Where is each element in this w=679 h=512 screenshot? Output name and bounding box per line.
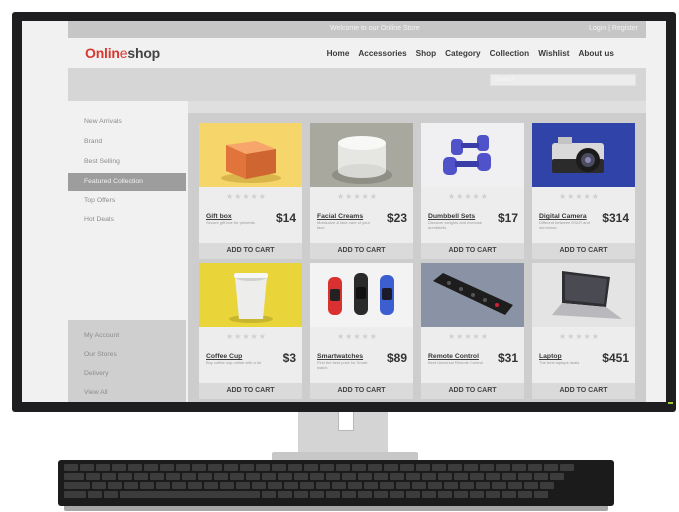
product-card[interactable]: ★★★★★ Gift box Secure gift box for prese… bbox=[199, 123, 302, 259]
product-price: $89 bbox=[386, 351, 407, 365]
nav-wishlist[interactable]: Wishlist bbox=[538, 49, 569, 58]
product-price: $314 bbox=[602, 211, 629, 225]
nav-about-us[interactable]: About us bbox=[579, 49, 614, 58]
product-description: Moisturize & take care of your face bbox=[317, 220, 370, 230]
search-bar: Search bbox=[68, 68, 646, 101]
power-led bbox=[668, 402, 673, 404]
sidebar-bottom-panel: My Account Our Stores Delivery View All bbox=[68, 320, 186, 402]
product-grid: ★★★★★ Gift box Secure gift box for prese… bbox=[188, 113, 646, 402]
product-name[interactable]: Facial Creams bbox=[317, 213, 363, 220]
nav-shop[interactable]: Shop bbox=[416, 49, 436, 58]
add-to-cart-button[interactable]: ADD TO CART bbox=[310, 383, 413, 399]
sidebar-item-our-stores[interactable]: Our Stores bbox=[68, 346, 186, 364]
sidebar-item-my-account[interactable]: My Account bbox=[68, 327, 186, 345]
sidebar-item-best-selling[interactable]: Best Selling bbox=[68, 153, 186, 171]
grid-header-strip bbox=[188, 101, 646, 113]
laptop-icon bbox=[532, 263, 635, 327]
product-card[interactable]: ★★★★★ Facial Creams Moisturize & take ca… bbox=[310, 123, 413, 259]
sidebar-item-brand[interactable]: Brand bbox=[68, 133, 186, 151]
product-description: Best Universal Remote Control bbox=[428, 360, 483, 365]
add-to-cart-button[interactable]: ADD TO CART bbox=[421, 383, 524, 399]
cream-jar-icon bbox=[310, 123, 413, 187]
key-row bbox=[64, 464, 574, 471]
sidebar-item-featured-collection[interactable]: Featured Collection bbox=[68, 173, 186, 191]
sidebar-item-new-arrivals[interactable]: New Arrivals bbox=[68, 113, 186, 131]
top-bar: Welcome to our Online Store Login | Regi… bbox=[68, 21, 646, 38]
remote-control-icon bbox=[421, 263, 524, 327]
nav-home[interactable]: Home bbox=[327, 49, 350, 58]
product-price: $17 bbox=[497, 211, 518, 225]
product-description: Buy coffee cup online with a lid bbox=[206, 360, 261, 365]
rating-stars: ★★★★★ bbox=[448, 332, 489, 341]
add-to-cart-button[interactable]: ADD TO CART bbox=[532, 383, 635, 399]
coffee-cup-icon bbox=[199, 263, 302, 327]
sidebar-item-view-all[interactable]: View All bbox=[68, 384, 186, 402]
product-card[interactable]: ★★★★★ Remote Control Best Universal Remo… bbox=[421, 263, 524, 399]
camera-icon bbox=[532, 123, 635, 187]
add-to-cart-button[interactable]: ADD TO CART bbox=[421, 243, 524, 259]
rating-stars: ★★★★★ bbox=[448, 192, 489, 201]
product-name[interactable]: Laptop bbox=[539, 353, 562, 360]
rating-stars: ★★★★★ bbox=[337, 192, 378, 201]
key-row bbox=[64, 491, 548, 498]
product-card[interactable]: ★★★★★ Smartwatches Find the best price f… bbox=[310, 263, 413, 399]
product-card[interactable]: ★★★★★ Laptop The best laptops deals $451… bbox=[532, 263, 635, 399]
product-price: $451 bbox=[602, 351, 629, 365]
add-to-cart-button[interactable]: ADD TO CART bbox=[532, 243, 635, 259]
add-to-cart-button[interactable]: ADD TO CART bbox=[310, 243, 413, 259]
monitor: Welcome to our Online Store Login | Regi… bbox=[12, 12, 676, 412]
smartwatch-icon bbox=[310, 263, 413, 327]
logo[interactable]: Onlineshop bbox=[85, 45, 160, 61]
login-register-link[interactable]: Login | Register bbox=[589, 25, 638, 32]
add-to-cart-button[interactable]: ADD TO CART bbox=[199, 383, 302, 399]
sidebar-item-top-offers[interactable]: Top Offers bbox=[68, 192, 186, 210]
rating-stars: ★★★★★ bbox=[226, 192, 267, 201]
sidebar-item-delivery[interactable]: Delivery bbox=[68, 365, 186, 383]
rating-stars: ★★★★★ bbox=[337, 332, 378, 341]
product-description: Discover weights and exercise dumbbells bbox=[428, 220, 483, 230]
product-price: $31 bbox=[497, 351, 518, 365]
search-input[interactable]: Search bbox=[490, 74, 636, 86]
product-name[interactable]: Dumbbell Sets bbox=[428, 213, 475, 220]
monitor-stand-slot bbox=[338, 412, 354, 431]
product-description: Secure gift box for presents bbox=[206, 220, 255, 225]
logo-part-3: shop bbox=[127, 45, 161, 61]
welcome-text: Welcome to our Online Store bbox=[330, 25, 420, 32]
product-card[interactable]: ★★★★★ Coffee Cup Buy coffee cup online w… bbox=[199, 263, 302, 399]
product-description: Find the best price for Smart watch bbox=[317, 360, 368, 370]
nav-collection[interactable]: Collection bbox=[490, 49, 530, 58]
nav-category[interactable]: Category bbox=[445, 49, 481, 58]
dumbbell-icon bbox=[421, 123, 524, 187]
product-name[interactable]: Digital Camera bbox=[539, 213, 587, 220]
online-store-page: Welcome to our Online Store Login | Regi… bbox=[68, 21, 646, 402]
key-row bbox=[64, 482, 554, 489]
rating-stars: ★★★★★ bbox=[226, 332, 267, 341]
key-row bbox=[64, 473, 564, 480]
product-price: $14 bbox=[275, 211, 296, 225]
product-price: $3 bbox=[282, 351, 296, 365]
add-to-cart-button[interactable]: ADD TO CART bbox=[199, 243, 302, 259]
product-name[interactable]: Gift box bbox=[206, 213, 232, 220]
keyboard bbox=[58, 460, 614, 512]
product-description: Different between DSLR and mirrorless bbox=[539, 220, 590, 230]
product-price: $23 bbox=[386, 211, 407, 225]
product-card[interactable]: ★★★★★ Digital Camera Different between D… bbox=[532, 123, 635, 259]
gift-box-icon bbox=[199, 123, 302, 187]
screen: Welcome to our Online Store Login | Regi… bbox=[22, 21, 666, 402]
nav-accessories[interactable]: Accessories bbox=[358, 49, 406, 58]
sidebar-item-hot-deals[interactable]: Hot Deals bbox=[68, 211, 186, 229]
keyboard-body bbox=[58, 460, 614, 506]
header: Onlineshop Home Accessories Shop Categor… bbox=[68, 38, 646, 68]
rating-stars: ★★★★★ bbox=[559, 192, 600, 201]
rating-stars: ★★★★★ bbox=[559, 332, 600, 341]
product-card[interactable]: ★★★★★ Dumbbell Sets Discover weights and… bbox=[421, 123, 524, 259]
product-name[interactable]: Remote Control bbox=[428, 353, 479, 360]
sidebar: New Arrivals Brand Best Selling Featured… bbox=[68, 101, 186, 402]
logo-part-1: Onlin bbox=[85, 45, 120, 61]
product-description: The best laptops deals bbox=[539, 360, 580, 365]
product-name[interactable]: Coffee Cup bbox=[206, 353, 242, 360]
product-name[interactable]: Smartwatches bbox=[317, 353, 363, 360]
main-nav: Home Accessories Shop Category Collectio… bbox=[327, 49, 614, 58]
